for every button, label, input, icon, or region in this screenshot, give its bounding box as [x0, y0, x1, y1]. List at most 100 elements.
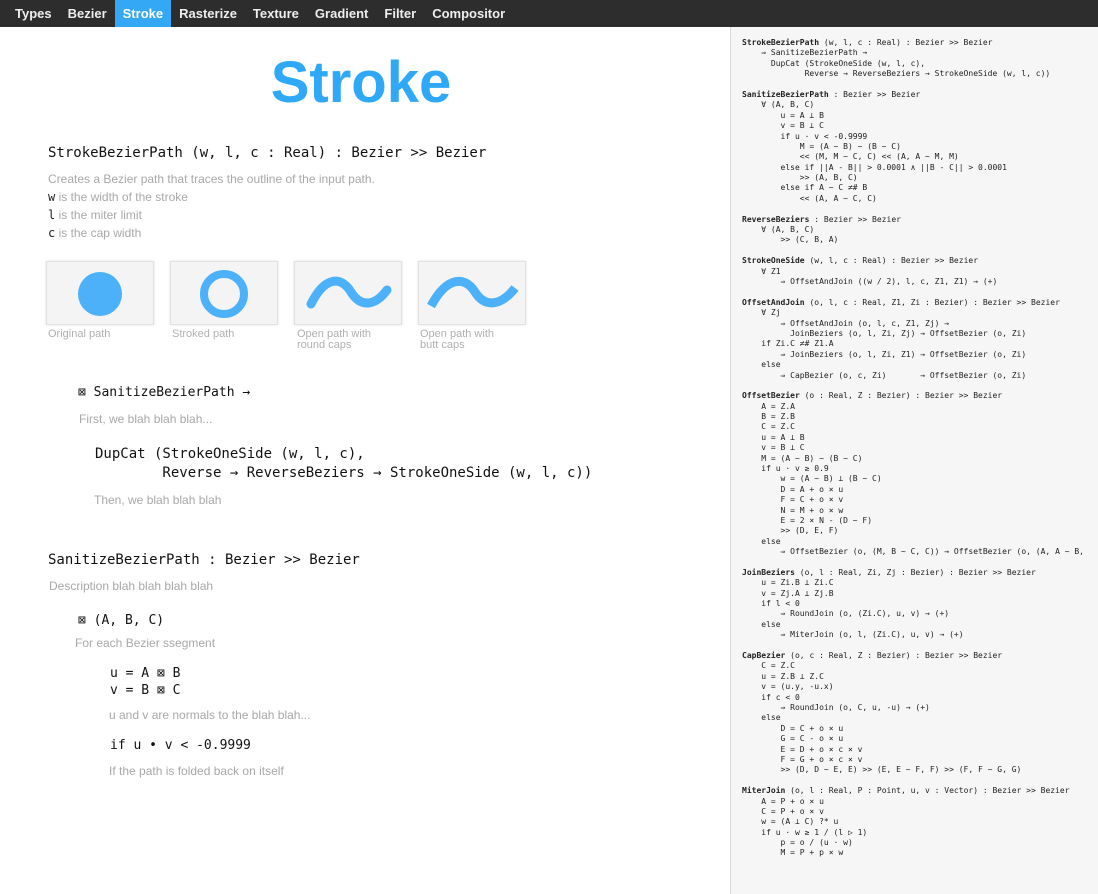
- code-text: >> (D, E, F): [742, 526, 839, 536]
- thumbnail-original-path[interactable]: [46, 261, 154, 325]
- code-text: F = G + o × c × v: [742, 754, 863, 764]
- tab-bezier[interactable]: Bezier: [60, 0, 115, 27]
- code-line: if c < 0: [742, 693, 1084, 703]
- code-text: v = B ⊥ C: [742, 121, 824, 131]
- code-line: >> (C, B, A): [742, 235, 1084, 245]
- code-line: E = 2 × N - (D ~ F): [742, 516, 1084, 526]
- doc-pane[interactable]: Stroke StrokeBezierPath (w, l, c : Real)…: [0, 27, 728, 894]
- code-line: M = (A ~ B) ~ (B ~ C): [742, 454, 1084, 464]
- code-line: C = Z.C: [742, 661, 1084, 671]
- code-text: u = Zi.B ⊥ Zi.C: [742, 578, 834, 588]
- code-line: ⇒ OffsetBezier (o, (M, B ~ C, C)) → Offs…: [742, 547, 1084, 557]
- code-text: else: [742, 619, 781, 629]
- first-description: First, we blah blah blah...: [79, 412, 213, 426]
- code-line: JoinBeziers (o, l, Zi, Zj) → OffsetBezie…: [742, 329, 1084, 339]
- code-line: CapBezier (o, c : Real, Z : Bezier) : Be…: [742, 651, 1084, 661]
- code-text: ∀ Z1: [742, 266, 781, 276]
- code-line: ∀ Z1: [742, 267, 1084, 277]
- tab-stroke[interactable]: Stroke: [114, 0, 172, 27]
- top-nav: Types Bezier Stroke Rasterize Texture Gr…: [0, 0, 1098, 27]
- tab-filter[interactable]: Filter: [376, 0, 424, 27]
- thumbnail-stroked-path[interactable]: [170, 261, 278, 325]
- code-text: C = P + o × v: [742, 806, 824, 816]
- thumbnail-butt-caps[interactable]: [418, 261, 526, 325]
- code-line: MiterJoin (o, l : Real, P : Point, u, v …: [742, 786, 1084, 796]
- code-line: else if A ~ C ≠# B: [742, 183, 1084, 193]
- code-text: ⇒ OffsetAndJoin ((w / 2), l, c, Z1, Z1) …: [742, 276, 998, 286]
- code-text: ⇒ CapBezier (o, c, Zi) → OffsetBezier (o…: [742, 370, 1027, 380]
- code-text: if u · v < -0.9999: [742, 131, 868, 141]
- code-line: C = Z.C: [742, 422, 1084, 432]
- function-name: OffsetAndJoin: [742, 297, 805, 307]
- function-name: JoinBeziers: [742, 567, 795, 577]
- function-name: SanitizeBezierPath: [742, 89, 829, 99]
- tab-types[interactable]: Types: [0, 0, 60, 27]
- code-line: StrokeOneSide (w, l, c : Real) : Bezier …: [742, 256, 1084, 266]
- code-text: if u · v ≥ 0.9: [742, 464, 829, 474]
- uv-code: u = A ⊠ B v = B ⊠ C: [110, 666, 181, 698]
- code-line: ⇒ MiterJoin (o, l, (Zi.C), u, v) → (+): [742, 630, 1084, 640]
- uv-description: u and v are normals to the blah blah...: [109, 708, 311, 722]
- forall-code: ⊠ (A, B, C): [78, 613, 165, 628]
- sanitize-description: Description blah blah blah blah: [49, 579, 214, 593]
- code-text: A = P + o × u: [742, 796, 824, 806]
- code-line: u = A ⊥ B: [742, 433, 1084, 443]
- if-description: If the path is folded back on itself: [109, 764, 284, 778]
- source-code-pane[interactable]: StrokeBezierPath (w, l, c : Real) : Bezi…: [730, 27, 1098, 894]
- code-text: (o, c : Real, Z : Bezier) : Bezier >> Be…: [785, 651, 1003, 661]
- code-text: Reverse → ReverseBeziers → StrokeOneSide…: [742, 69, 1051, 79]
- dupcat-code: DupCat (StrokeOneSide (w, l, c), Reverse…: [95, 446, 593, 481]
- code-line: JoinBeziers (o, l : Real, Zi, Zj : Bezie…: [742, 568, 1084, 578]
- tab-texture[interactable]: Texture: [245, 0, 307, 27]
- code-text: M = (A ~ B) ~ (B ~ C): [742, 453, 863, 463]
- thumbnail-round-caps[interactable]: [294, 261, 402, 325]
- code-line: else if ||A - B|| > 0.0001 ∧ ||B - C|| >…: [742, 163, 1084, 173]
- tab-compositor[interactable]: Compositor: [424, 0, 513, 27]
- code-line: p = o / (u · w): [742, 838, 1084, 848]
- code-text: A = Z.A: [742, 401, 795, 411]
- code-line: else: [742, 360, 1084, 370]
- code-text: << (A, A ~ C, C): [742, 193, 877, 203]
- code-text: ⇒ RoundJoin (o, (Zi.C), u, v) → (+): [742, 609, 950, 619]
- code-line: M = (A ~ B) ~ (B ~ C): [742, 142, 1084, 152]
- thumbnail-caption: Stroked path: [172, 328, 235, 340]
- page-title: Stroke: [270, 50, 452, 115]
- code-text: if l < 0: [742, 599, 800, 609]
- code-line: ⇒ RoundJoin (o, (Zi.C), u, v) → (+): [742, 609, 1084, 619]
- code-text: ⇒ SanitizeBezierPath →: [742, 48, 868, 58]
- code-text: N = M + o × w: [742, 505, 844, 515]
- code-line: else: [742, 537, 1084, 547]
- thumbnail-caption: Open path with round caps: [297, 328, 371, 351]
- tab-gradient[interactable]: Gradient: [307, 0, 376, 27]
- code-text: D = A + o × u: [742, 484, 844, 494]
- if-code: if u • v < -0.9999: [110, 738, 251, 753]
- code-line: ⇒ CapBezier (o, c, Zi) → OffsetBezier (o…: [742, 371, 1084, 381]
- code-line: OffsetBezier (o : Real, Z : Bezier) : Be…: [742, 391, 1084, 401]
- code-text: ⇒ RoundJoin (o, C, u, -u) → (+): [742, 703, 930, 712]
- stroke-bezier-signature: StrokeBezierPath (w, l, c : Real) : Bezi…: [48, 145, 487, 161]
- code-line: ⇒ OffsetAndJoin ((w / 2), l, c, Z1, Z1) …: [742, 277, 1084, 287]
- code-text: else: [742, 536, 781, 546]
- sanitize-call-code: ⊠ SanitizeBezierPath →: [78, 385, 251, 400]
- code-line: else: [742, 620, 1084, 630]
- code-text: ⇒ JoinBeziers (o, l, Zi, Z1) → OffsetBez…: [742, 349, 1027, 359]
- tab-rasterize[interactable]: Rasterize: [171, 0, 245, 27]
- function-name: StrokeOneSide: [742, 256, 805, 266]
- code-text: v = (u.y, -u.x): [742, 682, 834, 692]
- code-text: >> (D, D ~ E, E) >> (E, E ~ F, F) >> (F,…: [742, 765, 1022, 775]
- code-line: else: [742, 713, 1084, 723]
- code-text: else: [742, 713, 781, 723]
- code-text: u = A ⊥ B: [742, 110, 824, 120]
- param-w-text: is the width of the stroke: [55, 190, 188, 204]
- code-text: (w, l, c : Real) : Bezier >> Bezier: [804, 256, 979, 266]
- code-text: ⇒ OffsetBezier (o, (M, B ~ C, C)) → Offs…: [742, 547, 1084, 557]
- code-text: M = P + p × w: [742, 848, 844, 858]
- code-line: StrokeBezierPath (w, l, c : Real) : Bezi…: [742, 38, 1084, 48]
- code-line: B = Z.B: [742, 412, 1084, 422]
- sanitize-signature: SanitizeBezierPath : Bezier >> Bezier: [48, 552, 360, 568]
- function-name: ReverseBeziers: [742, 214, 810, 224]
- code-line: F = G + o × c × v: [742, 755, 1084, 765]
